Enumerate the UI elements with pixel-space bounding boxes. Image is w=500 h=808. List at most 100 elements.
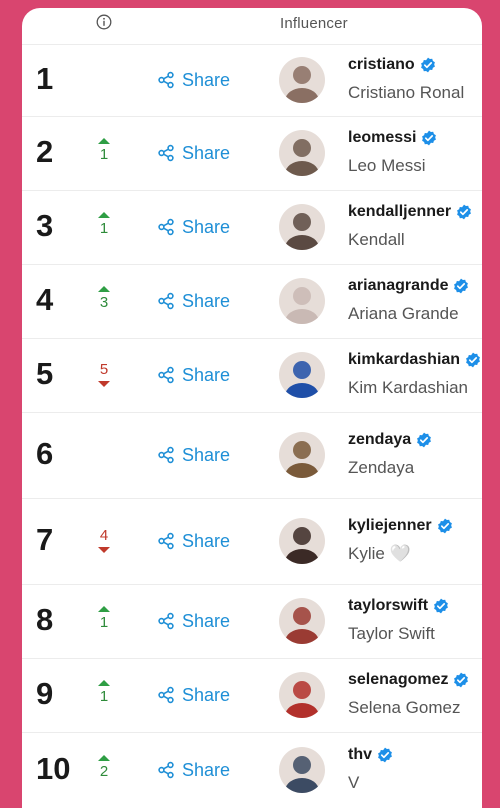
rank-change-value: 1	[99, 614, 109, 631]
handle-text: arianagrande	[348, 277, 449, 294]
avatar[interactable]	[279, 352, 325, 398]
avatar[interactable]	[279, 518, 325, 564]
share-button[interactable]: Share	[157, 364, 230, 386]
up-arrow-icon	[98, 680, 110, 686]
rank-change-value: 1	[99, 220, 109, 237]
share-icon	[158, 761, 174, 779]
share-icon	[158, 532, 174, 550]
handle-text: kendalljenner	[348, 203, 452, 220]
share-button[interactable]: Share	[157, 684, 230, 706]
verified-badge-icon	[378, 747, 392, 763]
ranking-row: 9 1 Share selenagomez Selena Gomez	[22, 658, 482, 733]
avatar[interactable]	[279, 278, 325, 324]
share-button[interactable]: Share	[157, 216, 230, 238]
avatar[interactable]	[279, 57, 325, 103]
ranking-row: 10 2 Share thv V	[22, 732, 482, 808]
avatar[interactable]	[279, 747, 325, 793]
verified-badge-icon	[454, 278, 469, 294]
share-label: Share	[182, 610, 231, 631]
verified-badge-icon	[466, 352, 480, 368]
rank-change-value: 4	[99, 527, 109, 544]
avatar[interactable]	[279, 598, 325, 644]
avatar[interactable]	[279, 130, 325, 176]
username-handle[interactable]: taylorswift	[348, 597, 449, 615]
ranking-row: 8 1 Share taylorswift Taylor Swift	[22, 584, 482, 659]
share-button[interactable]: Share	[157, 69, 230, 91]
info-icon[interactable]	[96, 14, 112, 30]
rank-change-value: 2	[99, 763, 109, 780]
share-button[interactable]: Share	[157, 530, 230, 552]
display-name: Taylor Swift	[348, 624, 435, 643]
username-handle[interactable]: kendalljenner	[348, 203, 472, 221]
share-label: Share	[182, 444, 231, 465]
rank-change-down: 5	[90, 361, 118, 387]
rank-change-value: 1	[99, 688, 109, 705]
share-button[interactable]: Share	[157, 610, 230, 632]
share-label: Share	[182, 290, 231, 311]
rank-number: 8	[36, 602, 54, 637]
share-label: Share	[182, 684, 231, 705]
ranking-row: 3 1 Share kendalljenner Kendall	[22, 190, 482, 265]
avatar[interactable]	[279, 672, 325, 718]
avatar-photo	[279, 130, 325, 176]
share-button[interactable]: Share	[157, 759, 230, 781]
share-label: Share	[182, 69, 231, 90]
down-arrow-icon	[98, 547, 110, 553]
verified-badge-icon	[417, 432, 432, 448]
display-name: Kylie 🤍	[348, 544, 411, 563]
rank-number: 4	[36, 282, 54, 317]
display-name: Ariana Grande	[348, 304, 459, 323]
share-button[interactable]: Share	[157, 290, 230, 312]
avatar[interactable]	[279, 204, 325, 250]
rank-number: 2	[36, 134, 54, 169]
up-arrow-icon	[98, 606, 110, 612]
share-icon	[158, 144, 174, 162]
share-button[interactable]: Share	[157, 444, 230, 466]
down-arrow-icon	[98, 381, 110, 387]
avatar[interactable]	[279, 432, 325, 478]
up-arrow-icon	[98, 212, 110, 218]
rank-change-up: 1	[90, 138, 118, 164]
verified-badge-icon	[457, 204, 472, 220]
username-handle[interactable]: zendaya	[348, 431, 432, 449]
share-icon	[158, 292, 174, 310]
avatar-photo	[279, 432, 325, 478]
share-button[interactable]: Share	[157, 142, 230, 164]
rank-change-value: 5	[99, 361, 109, 378]
avatar-photo	[279, 57, 325, 103]
username-handle[interactable]: selenagomez	[348, 671, 469, 689]
username-handle[interactable]: cristiano	[348, 56, 436, 74]
username-handle[interactable]: arianagrande	[348, 277, 469, 295]
up-arrow-icon	[98, 138, 110, 144]
rank-number: 1	[36, 61, 54, 96]
verified-badge-icon	[420, 57, 435, 73]
rank-change-up: 1	[90, 680, 118, 706]
rank-change-down: 4	[90, 527, 118, 553]
handle-text: kyliejenner	[348, 517, 432, 534]
rank-number: 5	[36, 356, 54, 391]
username-handle[interactable]: thv	[348, 746, 393, 764]
username-handle[interactable]: leomessi	[348, 129, 437, 147]
handle-text: thv	[348, 746, 372, 763]
display-name: Leo Messi	[348, 156, 426, 175]
avatar-photo	[279, 278, 325, 324]
rank-change-up: 2	[90, 755, 118, 781]
influencer-column-header: Influencer	[280, 15, 348, 32]
share-label: Share	[182, 216, 231, 237]
handle-text: selenagomez	[348, 671, 449, 688]
avatar-photo	[279, 352, 325, 398]
display-name: Zendaya	[348, 458, 415, 477]
username-handle[interactable]: kimkardashian	[348, 351, 481, 369]
up-arrow-icon	[98, 286, 110, 292]
ranking-row: 4 3 Share arianagrande Ariana Grande	[22, 264, 482, 339]
up-arrow-icon	[98, 755, 110, 761]
verified-badge-icon	[434, 598, 448, 614]
display-name: Kim Kardashian	[348, 378, 469, 397]
table-header: Influencer	[22, 8, 482, 45]
share-icon	[158, 686, 174, 704]
ranking-row: 2 1 Share leomessi Leo Messi	[22, 116, 482, 191]
username-handle[interactable]: kyliejenner	[348, 517, 453, 535]
avatar-photo	[279, 672, 325, 718]
share-label: Share	[182, 759, 231, 780]
leaderboard-card: Influencer 1 Share cristiano Cristiano R…	[22, 8, 482, 808]
